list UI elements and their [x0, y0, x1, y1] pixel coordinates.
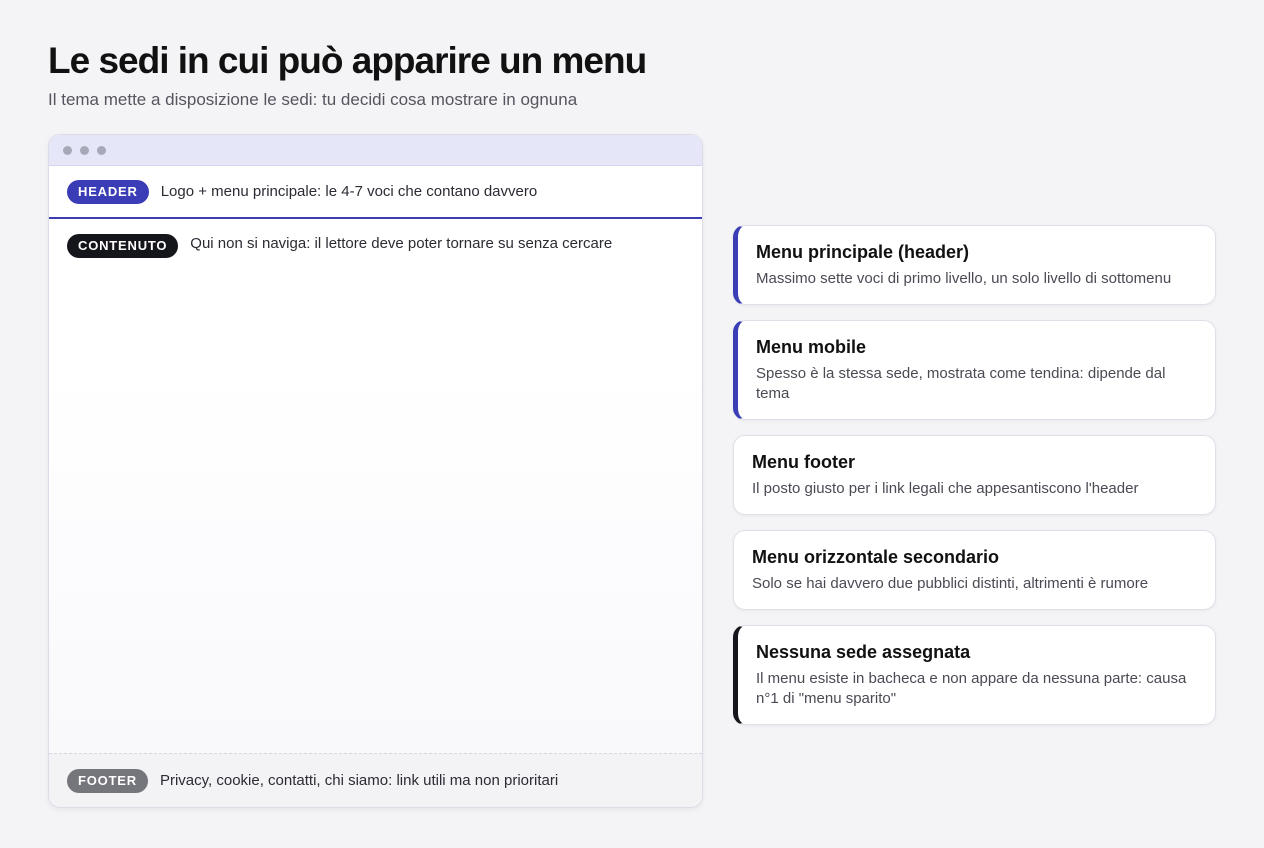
- footer-zone: FOOTER Privacy, cookie, contatti, chi si…: [49, 753, 702, 807]
- footer-zone-text: Privacy, cookie, contatti, chi siamo: li…: [159, 772, 559, 789]
- window-dot-icon: [63, 145, 72, 155]
- card-title: Nessuna sede assegnata: [756, 642, 971, 662]
- card-title: Menu principale (header): [756, 242, 970, 262]
- card-nessuna-sede: Nessuna sede assegnata Il menu esiste in…: [733, 625, 1216, 725]
- card-desc: Spesso è la stessa sede, mostrata come t…: [756, 365, 1166, 402]
- content-badge: CONTENUTO: [67, 234, 179, 258]
- card-title: Menu mobile: [756, 337, 867, 357]
- card-desc: Solo se hai davvero due pubblici distint…: [752, 575, 1149, 592]
- header-badge: HEADER: [67, 179, 149, 204]
- window-dot-icon: [97, 145, 106, 155]
- card-desc: Il menu esiste in bacheca e non appare d…: [756, 670, 1187, 707]
- window-dot-icon: [80, 145, 89, 155]
- header-zone-text: Logo + menu principale: le 4-7 voci che …: [160, 183, 538, 200]
- header-zone: HEADER Logo + menu principale: le 4-7 vo…: [49, 166, 702, 219]
- card-menu-principale: Menu principale (header) Massimo sette v…: [733, 225, 1216, 305]
- card-desc: Massimo sette voci di primo livello, un …: [756, 270, 1172, 287]
- card-title: Menu footer: [752, 452, 855, 472]
- page-subtitle: Il tema mette a disposizione le sedi: tu…: [48, 90, 578, 109]
- page-title: Le sedi in cui può apparire un menu: [48, 40, 647, 81]
- location-cards: Menu principale (header) Massimo sette v…: [733, 225, 1216, 740]
- footer-badge: FOOTER: [67, 768, 148, 793]
- card-menu-footer: Menu footer Il posto giusto per i link l…: [733, 435, 1216, 515]
- card-menu-mobile: Menu mobile Spesso è la stessa sede, mos…: [733, 320, 1216, 420]
- card-desc: Il posto giusto per i link legali che ap…: [752, 480, 1139, 497]
- browser-mockup: HEADER Logo + menu principale: le 4-7 vo…: [48, 134, 703, 808]
- card-title: Menu orizzontale secondario: [752, 547, 1000, 567]
- browser-titlebar: [49, 135, 702, 166]
- content-zone-text: Qui non si naviga: il lettore deve poter…: [190, 235, 613, 252]
- card-menu-secondario: Menu orizzontale secondario Solo se hai …: [733, 530, 1216, 610]
- content-zone: CONTENUTO Qui non si naviga: il lettore …: [49, 219, 702, 258]
